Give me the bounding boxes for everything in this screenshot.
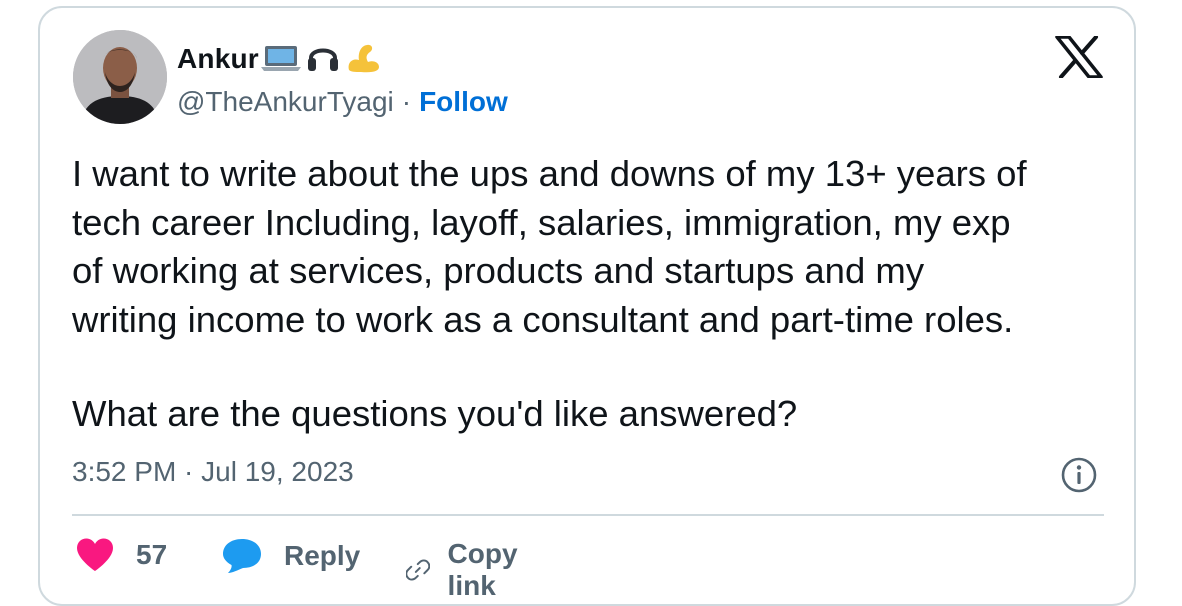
link-icon — [406, 559, 430, 581]
like-count: 57 — [136, 539, 168, 570]
avatar[interactable] — [73, 30, 167, 124]
author-name-row[interactable]: Ankur — [177, 40, 383, 78]
tweet-text: I want to write about the ups and downs … — [72, 153, 1027, 340]
reply-bubble-icon — [223, 539, 261, 573]
follow-button[interactable]: Follow — [419, 86, 508, 118]
copy-link-label: Copy link — [447, 538, 518, 601]
handle-row: @TheAnkurTyagi · Follow — [177, 84, 508, 120]
divider — [72, 514, 1104, 516]
tweet-timestamp[interactable]: 3:52 PM · Jul 19, 2023 — [72, 456, 354, 488]
like-button[interactable]: 57 — [76, 538, 167, 572]
reply-label: Reply — [284, 540, 361, 571]
reply-button[interactable]: Reply — [222, 538, 360, 574]
copy-link-button[interactable]: Copy link — [406, 538, 530, 602]
author-handle[interactable]: @TheAnkurTyagi — [177, 86, 394, 118]
heart-icon — [77, 538, 113, 571]
author-emojis — [260, 40, 383, 79]
author-name[interactable]: Ankur — [177, 43, 259, 75]
separator-dot: · — [401, 86, 412, 117]
x-logo-icon[interactable] — [1055, 35, 1103, 79]
avatar-photo — [73, 30, 167, 124]
tweet-question: What are the questions you'd like answer… — [72, 393, 798, 434]
laptop-headphones-muscle-icon — [260, 44, 379, 72]
info-icon[interactable] — [1060, 456, 1098, 494]
